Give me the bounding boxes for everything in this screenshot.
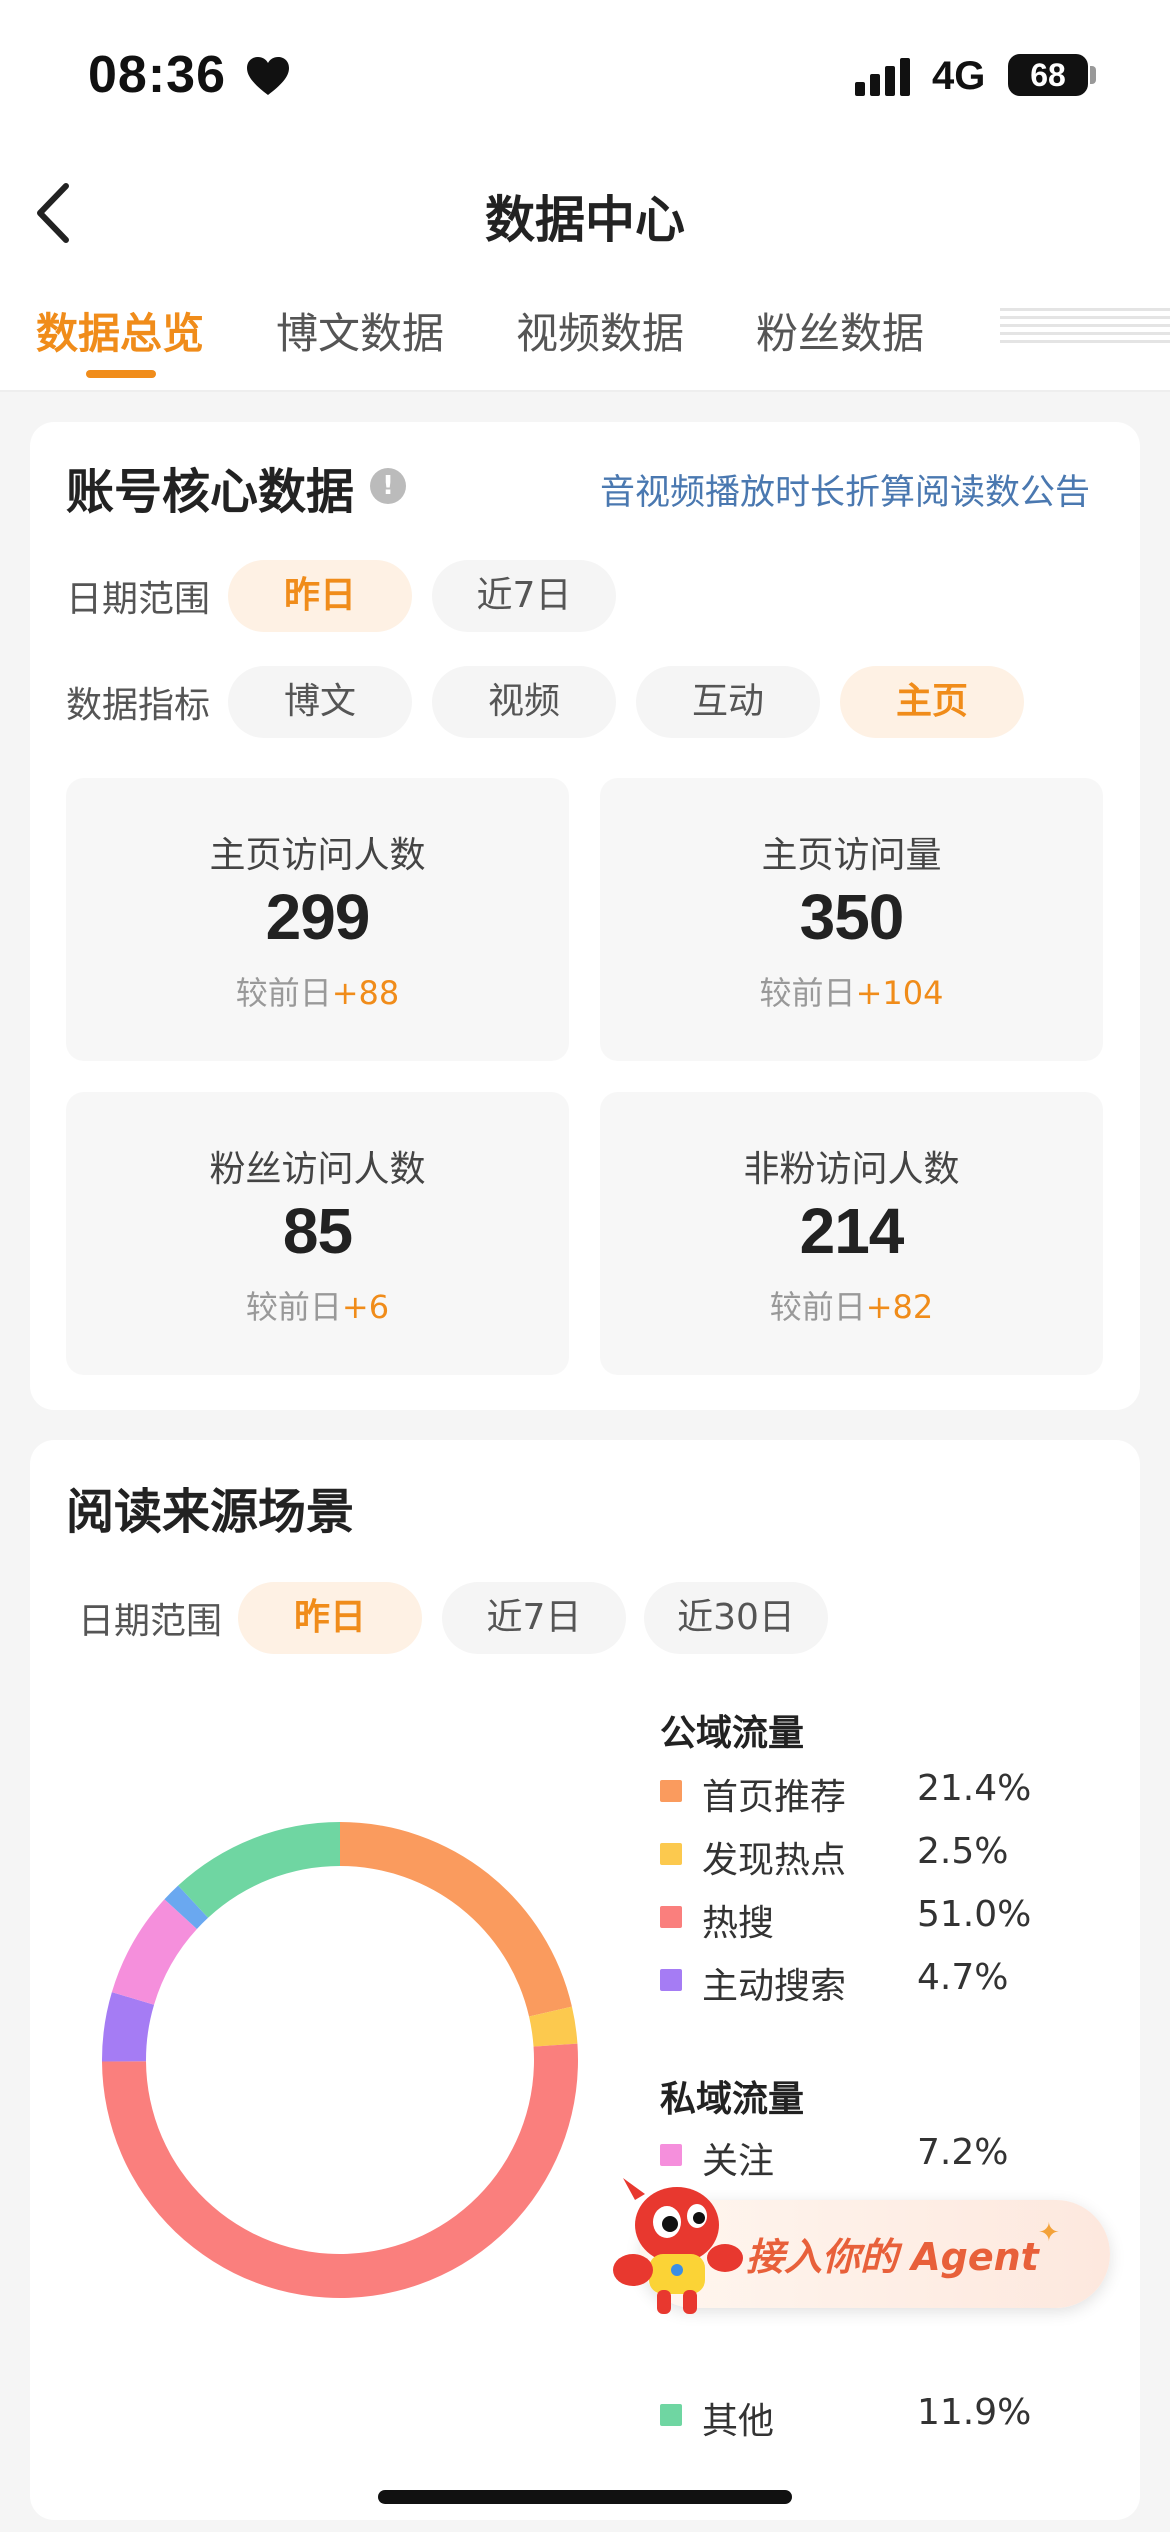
date-option-7days[interactable]: 近7日: [432, 560, 616, 632]
metric-delta: +82: [865, 1288, 934, 1326]
date-range-label: 日期范围: [78, 1601, 223, 1642]
compare-prefix: 较前日: [769, 1288, 866, 1326]
legend-name: 主动搜索: [702, 1966, 847, 2007]
page-title: 数据中心: [485, 191, 685, 249]
legend-pct: 2.5%: [917, 1831, 1009, 1872]
metric-label: 粉丝访问人数: [209, 1149, 426, 1190]
metric-label: 数据指标: [66, 685, 211, 726]
date-option-yesterday[interactable]: 昨日: [228, 560, 412, 632]
metric-delta: +88: [331, 974, 400, 1012]
status-time: 08:36: [88, 46, 226, 104]
metric-option-homepage[interactable]: 主页: [840, 666, 1024, 738]
compare-prefix: 较前日: [245, 1288, 342, 1326]
tab-active-indicator: [86, 370, 156, 378]
agent-banner-text: 接入你的 Agent: [746, 2235, 1039, 2279]
metric-change: 较前日+82: [600, 1282, 1103, 1328]
donut-chart: [102, 1822, 578, 2299]
metric-homepage-views[interactable]: 主页访问量 350 较前日+104: [600, 778, 1103, 1061]
donut-slice-3: [102, 1992, 155, 2062]
tab-overview[interactable]: 数据总览: [36, 300, 204, 361]
metric-value: 299: [265, 881, 371, 953]
network-label: 4G: [932, 54, 986, 98]
mascot-icon[interactable]: [605, 2170, 755, 2320]
battery-cap: [1090, 66, 1096, 84]
legend-name: 热搜: [702, 1903, 775, 1944]
legend-name: 首页推荐: [702, 1777, 847, 1818]
tab-fans-data[interactable]: 粉丝数据: [756, 300, 924, 361]
metric-change: 较前日+104: [600, 968, 1103, 1014]
legend-item-home-recommend: 首页推荐 21.4%: [660, 1768, 1060, 1818]
legend-swatch: [660, 2144, 682, 2166]
donut-slice-2: [102, 2043, 578, 2299]
card-title: 账号核心数据: [66, 464, 355, 520]
legend-pct: 51.0%: [917, 1894, 1032, 1935]
legend-swatch: [660, 1906, 682, 1928]
metric-option-posts[interactable]: 博文: [228, 666, 412, 738]
metric-option-interaction[interactable]: 互动: [636, 666, 820, 738]
date-option-7days[interactable]: 近7日: [442, 1582, 626, 1654]
tab-video-data[interactable]: 视频数据: [516, 300, 684, 361]
metric-value: 214: [799, 1195, 905, 1267]
donut-slice-0: [340, 1822, 572, 2017]
date-range-label: 日期范围: [66, 579, 211, 620]
card-title: 阅读来源场景: [66, 1484, 355, 1540]
signal-icon: [855, 58, 910, 96]
home-indicator[interactable]: [378, 2490, 792, 2504]
tabs-bar: 数据总览 博文数据 视频数据 粉丝数据: [0, 270, 1170, 392]
metric-label: 主页访问人数: [209, 835, 426, 876]
metric-value: 85: [282, 1195, 353, 1267]
metric-fan-visitors[interactable]: 粉丝访问人数 85 较前日+6: [66, 1092, 569, 1375]
legend-item-active-search: 主动搜索 4.7%: [660, 1957, 1060, 2007]
tab-overflow-fade: [1000, 308, 1170, 348]
metric-change: 较前日+6: [66, 1282, 569, 1328]
legend-pct: 21.4%: [917, 1768, 1032, 1809]
read-source-card: 阅读来源场景 日期范围 昨日 近7日 近30日 公域流量 首页推荐 21.4% …: [30, 1440, 1140, 2520]
legend-name: 发现热点: [702, 1840, 847, 1881]
legend-item-other: 其他 11.9%: [660, 2392, 1060, 2442]
legend-swatch: [660, 1843, 682, 1865]
info-icon[interactable]: !: [370, 468, 406, 504]
private-traffic-heading: 私域流量: [660, 2079, 805, 2120]
metric-nonfan-visitors[interactable]: 非粉访问人数 214 较前日+82: [600, 1092, 1103, 1375]
tab-post-data[interactable]: 博文数据: [276, 300, 444, 361]
legend-pct: 11.9%: [917, 2392, 1032, 2433]
legend-swatch: [660, 2404, 682, 2426]
legend-item-hot-search: 热搜 51.0%: [660, 1894, 1060, 1944]
legend-swatch: [660, 1969, 682, 1991]
sparkle-icon: ✦: [1038, 2218, 1060, 2248]
legend-pct: 4.7%: [917, 1957, 1009, 1998]
compare-prefix: 较前日: [759, 974, 856, 1012]
core-data-card: 账号核心数据 ! 音视频播放时长折算阅读数公告 日期范围 昨日 近7日 数据指标…: [30, 422, 1140, 1410]
metric-label: 主页访问量: [761, 835, 942, 876]
legend-item-discover-hot: 发现热点 2.5%: [660, 1831, 1060, 1881]
compare-prefix: 较前日: [235, 974, 332, 1012]
notice-link[interactable]: 音视频播放时长折算阅读数公告: [600, 464, 1090, 515]
legend-pct: 7.2%: [917, 2132, 1009, 2173]
heart-icon: [247, 57, 289, 95]
date-option-yesterday[interactable]: 昨日: [238, 1582, 422, 1654]
metric-value: 350: [799, 881, 905, 953]
public-traffic-heading: 公域流量: [660, 1713, 805, 1754]
nav-bar: 数据中心: [0, 150, 1170, 270]
metric-label: 非粉访问人数: [743, 1149, 960, 1190]
metric-homepage-visitors[interactable]: 主页访问人数 299 较前日+88: [66, 778, 569, 1061]
metric-delta: +104: [855, 974, 944, 1012]
status-bar: 08:36 4G 68: [0, 0, 1170, 150]
metric-delta: +6: [341, 1288, 390, 1326]
date-option-30days[interactable]: 近30日: [644, 1582, 828, 1654]
metric-option-video[interactable]: 视频: [432, 666, 616, 738]
legend-swatch: [660, 1780, 682, 1802]
legend-name: 其他: [702, 2401, 775, 2442]
battery-icon: 68: [1008, 54, 1088, 96]
metric-change: 较前日+88: [66, 968, 569, 1014]
donut-slice-6: [178, 1822, 340, 1918]
